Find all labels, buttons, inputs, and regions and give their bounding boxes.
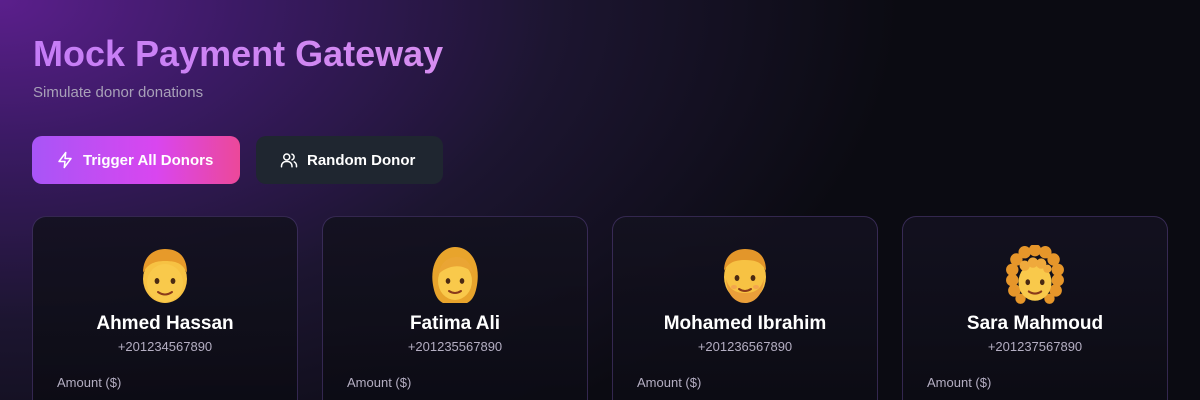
trigger-all-donors-label: Trigger All Donors xyxy=(83,151,214,169)
bearded-man-emoji-avatar xyxy=(717,245,773,305)
donor-card-list: Ahmed Hassan +201234567890 Amount ($) Fa… xyxy=(32,216,1168,400)
donor-name: Ahmed Hassan xyxy=(96,313,234,334)
amount-label: Amount ($) xyxy=(927,375,992,390)
donor-phone: +201236567890 xyxy=(697,339,793,354)
donor-card[interactable]: Mohamed Ibrahim +201236567890 Amount ($) xyxy=(612,216,878,400)
donor-card[interactable]: Fatima Ali +201235567890 Amount ($) xyxy=(322,216,588,400)
page-subtitle: Simulate donor donations xyxy=(33,84,204,101)
action-bar: Trigger All Donors Random Donor xyxy=(32,136,443,184)
lightning-icon xyxy=(56,151,74,169)
man-emoji-avatar xyxy=(137,245,193,305)
page-header: Mock Payment Gateway Simulate donor dona… xyxy=(33,30,443,101)
donor-card[interactable]: Ahmed Hassan +201234567890 Amount ($) xyxy=(32,216,298,400)
donor-name: Mohamed Ibrahim xyxy=(663,313,827,334)
donor-phone: +201234567890 xyxy=(117,339,213,354)
trigger-all-donors-button[interactable]: Trigger All Donors xyxy=(32,136,240,184)
amount-label: Amount ($) xyxy=(347,375,412,390)
donor-phone: +201237567890 xyxy=(987,339,1083,354)
donor-name: Fatima Ali xyxy=(409,313,501,334)
curly-hair-woman-emoji-avatar xyxy=(1006,243,1064,305)
donor-phone: +201235567890 xyxy=(407,339,503,354)
donor-name: Sara Mahmoud xyxy=(966,313,1104,334)
amount-label: Amount ($) xyxy=(57,375,122,390)
page-title: Mock Payment Gateway xyxy=(33,30,443,78)
users-icon xyxy=(280,151,298,169)
donor-card[interactable]: Sara Mahmoud +201237567890 Amount ($) xyxy=(902,216,1168,400)
woman-emoji-avatar xyxy=(427,245,483,305)
random-donor-label: Random Donor xyxy=(307,151,416,169)
random-donor-button[interactable]: Random Donor xyxy=(256,136,443,184)
amount-label: Amount ($) xyxy=(637,375,702,390)
